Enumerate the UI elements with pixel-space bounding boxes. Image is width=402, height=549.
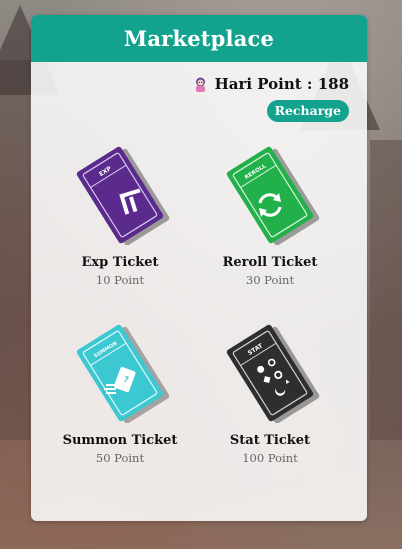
stat-ticket-image: STAT xyxy=(220,323,320,424)
exp-ticket-image: EXP xyxy=(70,145,170,246)
reroll-ticket-item[interactable]: REROLL Reroll Ticket 30 Point xyxy=(195,145,345,287)
stat-ticket-item[interactable]: STAT Stat Ticket 100 Point xyxy=(195,323,345,465)
summon-ticket-item[interactable]: SUMMON ? Summon Ticket 50 Point xyxy=(45,323,195,465)
reroll-ticket-image: REROLL xyxy=(220,145,320,246)
summon-ticket-image: SUMMON ? xyxy=(70,323,170,424)
points-balance: Hari Point : 188 xyxy=(214,75,349,93)
stat-ticket-price: 100 Point xyxy=(242,451,298,465)
panel-header: Marketplace xyxy=(31,15,367,62)
summon-ticket-name: Summon Ticket xyxy=(62,433,178,448)
character-avatar-icon xyxy=(192,76,209,93)
page-title: Marketplace xyxy=(123,26,275,51)
exp-ticket-item[interactable]: EXP Exp Ticket 10 Point xyxy=(45,145,195,287)
recharge-button[interactable]: Recharge xyxy=(266,100,349,122)
marketplace-panel: Marketplace Hari Point : 188 Recharge EX… xyxy=(31,15,367,521)
reroll-ticket-name: Reroll Ticket xyxy=(222,255,318,270)
exp-ticket-name: Exp Ticket xyxy=(81,255,159,270)
summon-ticket-price: 50 Point xyxy=(95,451,145,465)
reroll-ticket-price: 30 Point xyxy=(245,273,295,287)
stat-ticket-name: Stat Ticket xyxy=(229,433,311,448)
exp-ticket-price: 10 Point xyxy=(95,273,145,287)
points-display: Hari Point : 188 xyxy=(192,75,349,93)
